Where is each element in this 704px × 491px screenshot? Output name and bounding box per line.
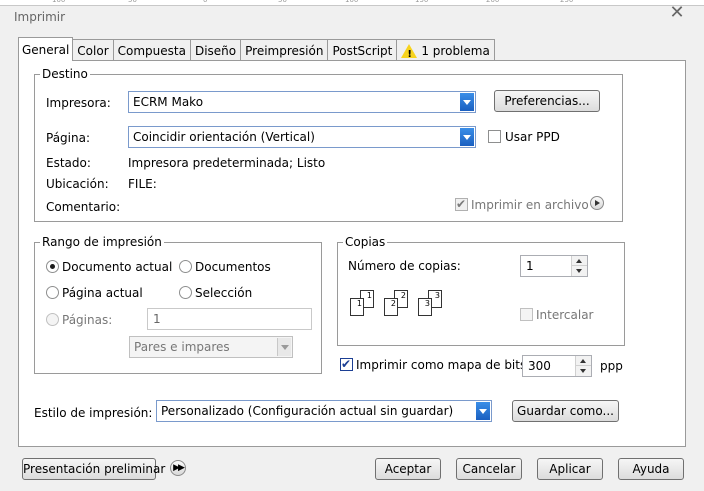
collate-pages-icon: 1 1 2 2 3 3 [346, 290, 446, 322]
estilo-value: Personalizado (Configuración actual sin … [161, 404, 454, 418]
paginas-input[interactable]: 1 [147, 308, 312, 330]
intercalar-label: Intercalar [536, 308, 594, 322]
aceptar-button[interactable]: Aceptar [375, 458, 441, 480]
chevron-down-icon[interactable] [277, 338, 291, 356]
tab-compuesta[interactable]: Compuesta [112, 39, 191, 61]
tab-bar: General Color Compuesta Diseño Preimpres… [18, 37, 495, 65]
pagina-value: Coincidir orientación (Vertical) [133, 130, 315, 144]
tab-postscript[interactable]: PostScript [327, 39, 398, 61]
double-chevron-right-icon[interactable]: ▶▶ [170, 460, 186, 476]
pagina-select[interactable]: Coincidir orientación (Vertical) [128, 126, 476, 148]
ubicacion-label: Ubicación: [46, 177, 109, 191]
seleccion-label: Selección [195, 286, 253, 300]
usar-ppd-checkbox[interactable] [488, 130, 501, 143]
ppp-stepper[interactable]: 300 [522, 355, 592, 377]
intercalar-checkbox[interactable] [520, 308, 533, 321]
spin-down-icon[interactable] [576, 366, 591, 376]
tab-label: General [22, 42, 70, 57]
pagina-actual-radio[interactable] [46, 286, 59, 299]
estado-value: Impresora predeterminada; Listo [128, 156, 326, 170]
impresora-value: ECRM Mako [133, 95, 204, 109]
destino-title: Destino [40, 67, 90, 81]
tab-label: Preimpresión [245, 43, 324, 58]
spin-down-icon[interactable] [572, 266, 587, 276]
imprimir-archivo-checkbox[interactable] [455, 197, 468, 211]
tab-label: Diseño [194, 43, 237, 58]
paginas-label: Páginas: [62, 313, 113, 327]
title-bar [0, 6, 704, 32]
numero-copias-value: 1 [526, 259, 534, 273]
tab-general[interactable]: General [18, 37, 74, 61]
documento-actual-label: Documento actual [62, 260, 173, 274]
ayuda-button[interactable]: Ayuda [618, 458, 684, 480]
collate-page: 1 [350, 298, 364, 316]
cancelar-button[interactable]: Cancelar [456, 458, 522, 480]
tab-preimpresion[interactable]: Preimpresión [240, 39, 329, 61]
estado-label: Estado: [46, 156, 91, 170]
presentacion-preliminar-button[interactable]: Presentación preliminar [22, 458, 165, 480]
ppp-value: 300 [528, 359, 551, 373]
play-icon[interactable] [590, 196, 604, 210]
imprimir-archivo-label: Imprimir en archivo [471, 198, 589, 212]
numero-copias-stepper[interactable]: 1 [520, 255, 588, 277]
numero-copias-label: Número de copias: [348, 259, 461, 273]
paginas-radio[interactable] [46, 313, 59, 326]
seleccion-radio[interactable] [179, 286, 192, 299]
tab-diseno[interactable]: Diseño [189, 39, 242, 61]
ruler-mark: 100 [52, 0, 66, 4]
pares-impares-select[interactable]: Pares e impares [129, 336, 293, 358]
mapa-bits-label: Imprimir como mapa de bits: [356, 358, 531, 372]
pagina-label: Página: [46, 131, 91, 145]
documentos-label: Documentos [195, 260, 271, 274]
spinner[interactable] [575, 356, 591, 376]
tab-label: Compuesta [117, 43, 186, 58]
warning-icon [401, 43, 418, 65]
impresora-label: Impresora: [46, 96, 111, 110]
pagina-actual-label: Página actual [62, 286, 143, 300]
copias-title: Copias [343, 235, 388, 249]
estilo-select[interactable]: Personalizado (Configuración actual sin … [156, 400, 492, 422]
usar-ppd-label: Usar PPD [505, 130, 560, 144]
documentos-radio[interactable] [179, 260, 192, 273]
mapa-bits-checkbox[interactable] [340, 357, 353, 371]
rango-title: Rango de impresión [40, 235, 164, 249]
spin-up-icon[interactable] [576, 356, 591, 366]
ruler-mark: 150 [415, 0, 429, 4]
preferencias-button[interactable]: Preferencias... [494, 90, 600, 112]
close-icon[interactable]: ✕ [666, 4, 688, 24]
spin-up-icon[interactable] [572, 256, 587, 266]
window-title: Imprimir [14, 10, 66, 24]
ruler-mark: 0 [203, 0, 208, 4]
tab-color[interactable]: Color [72, 39, 114, 61]
collate-page: 2 [384, 298, 398, 316]
aplicar-button[interactable]: Aplicar [537, 458, 603, 480]
estilo-label: Estilo de impresión: [34, 406, 153, 420]
chevron-down-icon[interactable] [460, 93, 474, 111]
ubicacion-value: FILE: [128, 177, 157, 191]
ruler-mark: 100 [345, 0, 359, 4]
chevron-down-icon[interactable] [460, 128, 474, 146]
spinner[interactable] [571, 256, 587, 276]
documento-actual-radio[interactable] [46, 260, 59, 273]
ruler-mark: 200 [486, 0, 500, 4]
guardar-como-button[interactable]: Guardar como... [512, 400, 619, 422]
chevron-down-icon[interactable] [476, 402, 490, 420]
tab-label: Color [77, 43, 109, 58]
ruler-mark: 50 [278, 0, 287, 4]
ruler-mark: 250 [560, 0, 574, 4]
tab-label: PostScript [332, 43, 393, 58]
pares-impares-value: Pares e impares [134, 340, 230, 354]
ppp-unit: ppp [600, 359, 623, 373]
impresora-select[interactable]: ECRM Mako [128, 91, 476, 113]
collate-page: 3 [418, 298, 432, 316]
comentario-label: Comentario: [46, 200, 121, 214]
ruler-mark: 50 [128, 0, 137, 4]
tab-label: 1 problema [421, 43, 490, 58]
tab-problema[interactable]: 1 problema [396, 39, 495, 65]
